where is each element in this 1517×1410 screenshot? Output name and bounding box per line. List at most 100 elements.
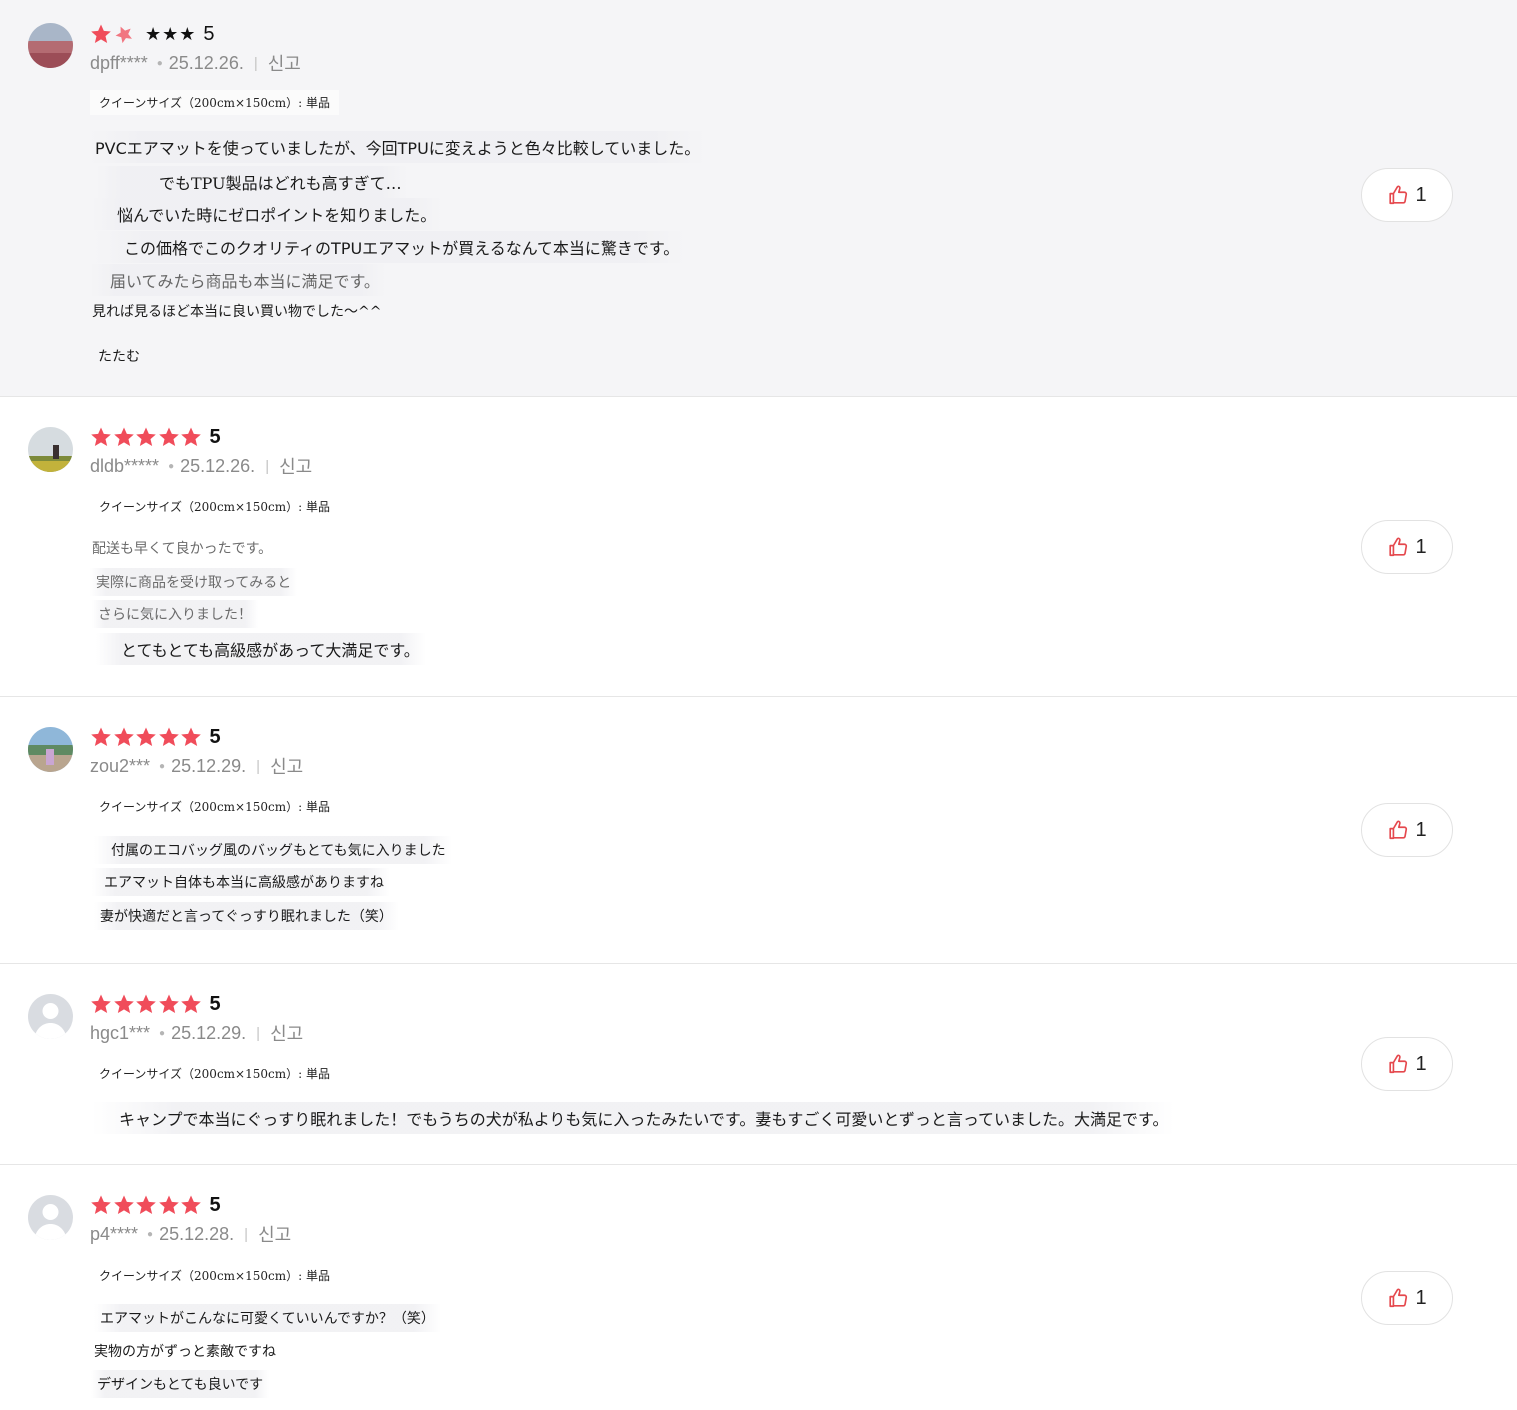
divider: | [244,1225,249,1243]
rating-score: 5 [209,1193,221,1216]
review-item: ★★★ 5 dpff**** ● 25.12.26. | 신고 クイーンサイズ（… [0,0,1517,397]
option-tag: クイーンサイズ（200cm×150cm）: 単品 [90,1263,339,1288]
reviewer-id: p4**** [90,1223,139,1244]
collapse-link[interactable]: たたむ [92,342,146,370]
dot-separator: ● [159,1027,166,1039]
star-icon [135,993,157,1015]
reviewer-id: dpff**** [90,52,148,73]
report-link[interactable]: 신고 [268,50,301,76]
star-icon [111,22,136,47]
star-icon [113,726,135,748]
rating-stars-text: ★★★ [145,23,197,45]
like-button[interactable]: 1 [1361,803,1453,857]
review-line: とてもとても高級感があって大満足です。 [96,633,426,665]
like-button[interactable]: 1 [1361,520,1453,574]
star-icon [135,1194,157,1216]
option-tag: クイーンサイズ（200cm×150cm）: 単品 [90,494,339,519]
thumbs-up-icon [1387,819,1409,841]
review-line: デザインもとても良いです [91,1370,270,1398]
review-meta: p4**** ● 25.12.28. | 신고 [90,1221,291,1247]
review-line: エアマットがこんなに可愛くていいんですか？（笑） [94,1304,441,1332]
rating-stars: 5 [90,991,221,1017]
like-count: 1 [1415,183,1427,206]
rating-score: 5 [203,22,215,45]
user-avatar [28,1195,73,1240]
review-item: 5 hgc1*** ● 25.12.29. | 신고 クイーンサイズ（200cm… [0,964,1517,1165]
thumbs-up-icon [1387,184,1409,206]
divider: | [256,1024,261,1042]
review-date: 25.12.26. [180,455,256,476]
rating-score: 5 [209,425,221,448]
user-avatar [28,727,73,772]
review-date: 25.12.29. [171,755,247,776]
review-meta: hgc1*** ● 25.12.29. | 신고 [90,1020,303,1046]
review-line: 実際に商品を受け取ってみると [90,568,298,596]
report-link[interactable]: 신고 [270,1020,303,1046]
like-count: 1 [1415,1286,1427,1309]
rating-stars: 5 [90,724,221,750]
star-icon [90,426,112,448]
rating-score: 5 [209,725,221,748]
like-count: 1 [1415,818,1427,841]
review-line: 悩んでいた時にゼロポイントを知りました。 [92,198,443,230]
like-count: 1 [1415,1052,1427,1075]
review-line: 届いてみたら商品も本当に満足です。 [90,264,386,296]
review-date: 25.12.29. [171,1022,247,1043]
report-link[interactable]: 신고 [258,1221,291,1247]
star-icon [113,1194,135,1216]
review-date: 25.12.28. [159,1223,235,1244]
star-icon [158,726,180,748]
like-count: 1 [1415,535,1427,558]
thumbs-up-icon [1387,1287,1409,1309]
star-icon [158,426,180,448]
dot-separator: ● [156,57,163,69]
star-icon [113,993,135,1015]
rating-score: 5 [209,992,221,1015]
star-icon [90,23,112,45]
divider: | [253,54,258,72]
like-button[interactable]: 1 [1361,168,1453,222]
star-icon [113,426,135,448]
reviewer-id: dldb***** [90,455,160,476]
review-line: 妻が快適だと言ってぐっすり眠れました（笑） [94,902,399,930]
star-icon [90,726,112,748]
option-tag: クイーンサイズ（200cm×150cm）: 単品 [90,90,339,115]
like-button[interactable]: 1 [1361,1271,1453,1325]
review-item: 5 zou2*** ● 25.12.29. | 신고 クイーンサイズ（200cm… [0,697,1517,964]
option-tag: クイーンサイズ（200cm×150cm）: 単品 [90,1061,339,1086]
review-line: 見れば見るほど本当に良い買い物でした～^^ [92,304,382,320]
review-line: 実物の方がずっと素敵ですね [94,1344,276,1360]
thumbs-up-icon [1387,1053,1409,1075]
review-meta: zou2*** ● 25.12.29. | 신고 [90,753,303,779]
star-icon [180,993,202,1015]
user-avatar [28,427,73,472]
option-tag: クイーンサイズ（200cm×150cm）: 単品 [90,794,339,819]
reviewer-id: hgc1*** [90,1022,151,1043]
dot-separator: ● [168,460,175,472]
report-link[interactable]: 신고 [270,753,303,779]
divider: | [256,757,261,775]
star-icon [90,993,112,1015]
rating-stars: ★★★ 5 [90,21,215,47]
review-date: 25.12.26. [168,52,244,73]
review-line: この価格でこのクオリティのTPUエアマットが買えるなんて本当に驚きです。 [94,231,686,263]
reviewer-id: zou2*** [90,755,151,776]
like-button[interactable]: 1 [1361,1037,1453,1091]
report-link[interactable]: 신고 [279,453,312,479]
review-line: PVCエアマットを使っていましたが、今回TPUに変えようと色々比較していました。 [89,131,707,163]
review-line: キャンプで本当にぐっすり眠れました！でもうちの犬が私よりも気に入ったみたいです。… [92,1102,1175,1134]
star-icon [180,426,202,448]
star-icon [90,1194,112,1216]
review-line: 付属のエコバッグ風のバッグもとても気に入りました [94,836,452,864]
review-line: さらに気に入りました！ [92,600,258,628]
star-icon [158,993,180,1015]
user-avatar [28,994,73,1039]
review-line: 配送も早くて良かったです。 [92,541,273,557]
divider: | [265,457,270,475]
rating-stars: 5 [90,1192,221,1218]
star-icon [158,1194,180,1216]
star-icon [135,426,157,448]
dot-separator: ● [147,1228,154,1240]
review-line: でもTPU製品はどれも高すぎて… [96,166,408,198]
review-meta: dpff**** ● 25.12.26. | 신고 [90,50,301,76]
